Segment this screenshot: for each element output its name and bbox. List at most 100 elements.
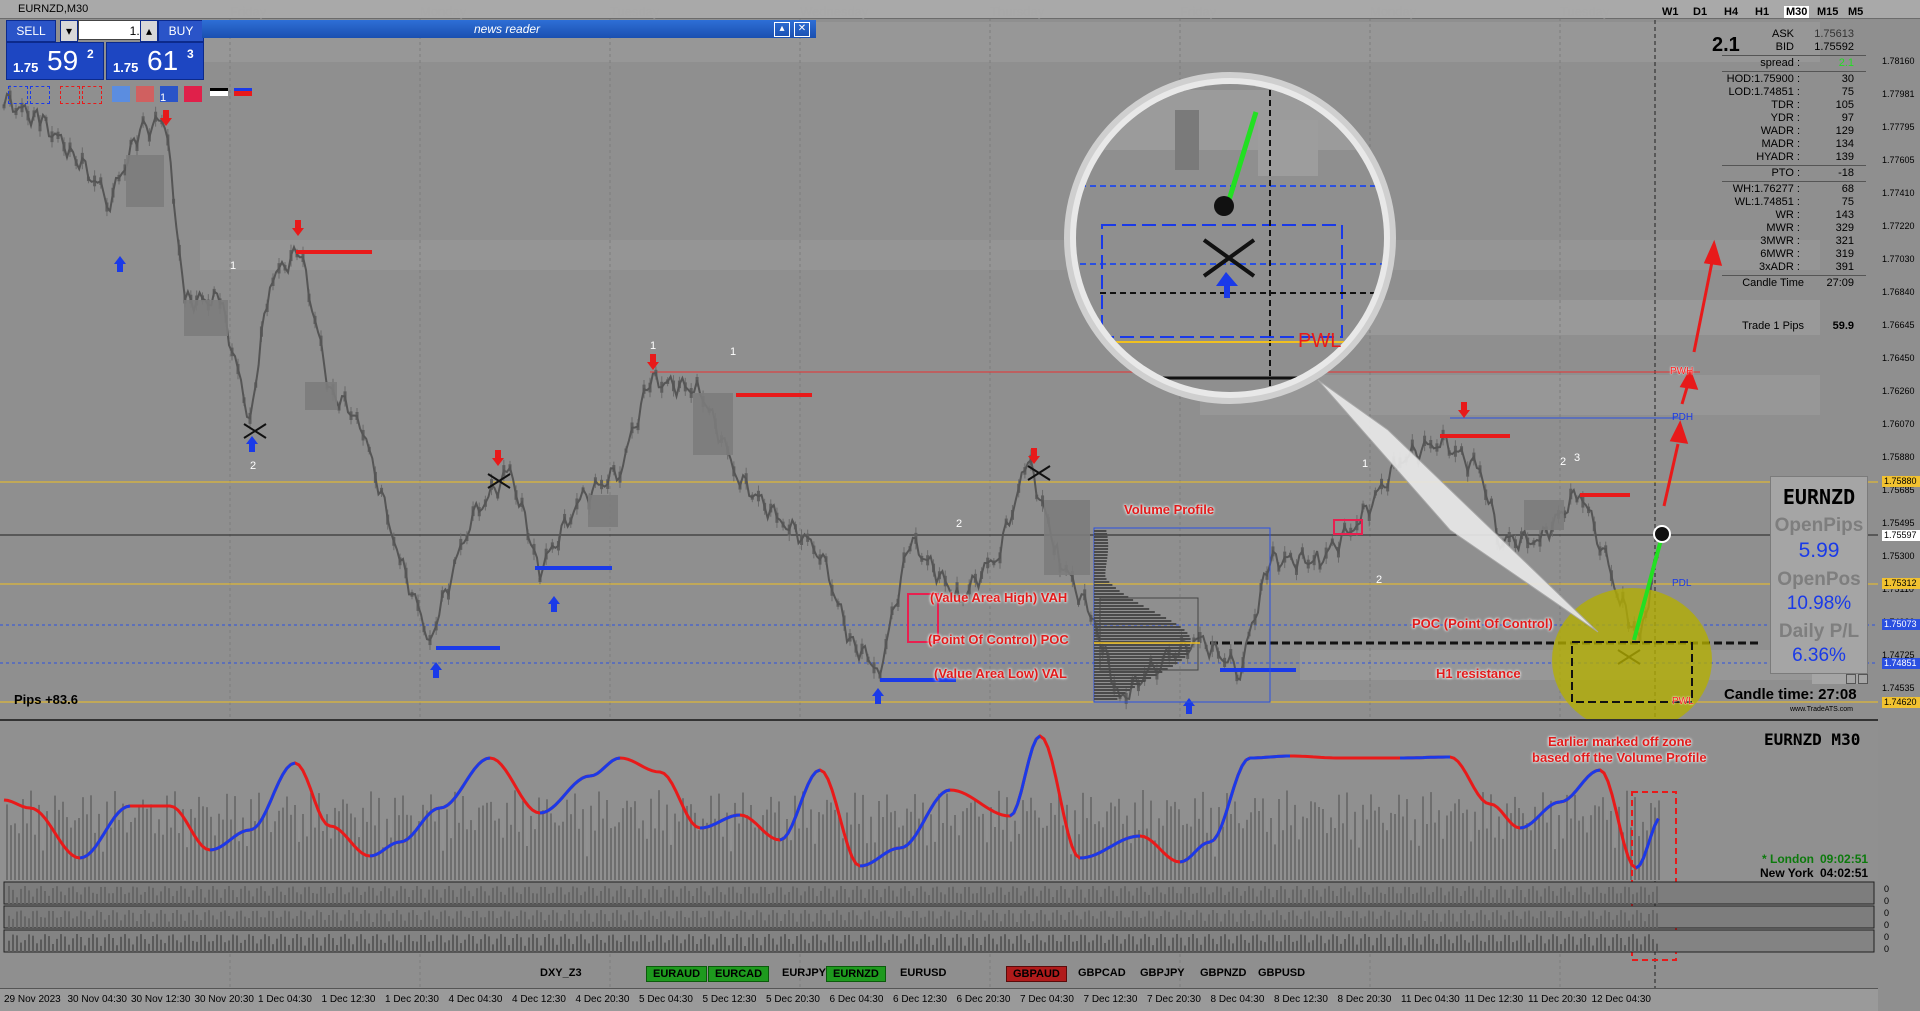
zone-band — [200, 240, 1820, 270]
wave-marker: 1 — [1362, 458, 1369, 470]
day-label: Monday — [420, 4, 467, 19]
timeframe-m30[interactable]: M30 — [1784, 6, 1810, 18]
stat-value: 139 — [1835, 151, 1854, 163]
wave-marker: 1 — [730, 346, 737, 358]
subwindow-scale-tick: 0 — [1884, 884, 1890, 894]
price-scale[interactable]: 1.78160 1.77981 1.77795 1.77605 1.77410 1.772… — [1878, 18, 1920, 718]
spread-label: spread : — [1760, 57, 1800, 69]
daily-pl-label: Daily P/L — [1778, 621, 1860, 642]
symbol-gbpjpy[interactable]: GBPJPY — [1134, 966, 1191, 980]
price-tick: 1.76260 — [1882, 386, 1915, 396]
symbol-gbpnzd[interactable]: GBPNZD — [1194, 966, 1252, 980]
pdl-label: PDL — [1672, 578, 1692, 589]
symbol-euraud[interactable]: EURAUD — [646, 966, 708, 982]
symbol-eurjpy[interactable]: EURJPY — [776, 966, 832, 980]
timeframe-m5[interactable]: M5 — [1846, 6, 1865, 18]
tool-blue-rect-icon[interactable] — [30, 86, 50, 104]
stat-row: WADR : 129 — [1722, 125, 1866, 138]
tool-red-solid-icon[interactable] — [184, 86, 202, 102]
stat-label: LOD:1.74851 : — [1728, 86, 1800, 98]
timeframe-w1[interactable]: W1 — [1660, 6, 1681, 18]
day-labels: Friday Monday Tuesday Wednesday Thursday Frid… — [0, 4, 1650, 19]
price-tick: 1.76450 — [1882, 353, 1915, 363]
session-time: 09:02:51 — [1820, 852, 1869, 866]
h1-resistance-label: H1 resistance — [1436, 666, 1521, 681]
buy-button[interactable]: BUY — [158, 20, 204, 42]
open-pos-value: 10.98% — [1786, 593, 1852, 614]
lot-up-button[interactable]: ▴ — [140, 20, 158, 42]
price-chart[interactable] — [0, 0, 1920, 1010]
subwindow-scale-tick: 0 — [1884, 932, 1890, 942]
one-click-trading-panel: SELL ▾ 1.00 ▴ BUY 1.75 59 2 1.75 61 3 — [6, 20, 204, 80]
pair-symbol: EURNZD — [1782, 485, 1856, 509]
symbol-gbpaud[interactable]: GBPAUD — [1006, 966, 1067, 982]
time-label: 6 Dec 12:30 — [893, 994, 947, 1005]
stat-label: MWR : — [1766, 222, 1800, 234]
price-tick: 1.77220 — [1882, 221, 1915, 231]
symbol-eurcad[interactable]: EURCAD — [708, 966, 770, 982]
buy-price-small: 1.75 — [113, 60, 139, 75]
sell-button[interactable]: SELL — [6, 20, 56, 42]
pair-box-minimize-icon[interactable] — [1846, 674, 1856, 684]
price-tick: 1.78160 — [1882, 56, 1915, 66]
bid-value: 1.75592 — [1814, 41, 1854, 53]
stat-row: TDR : 105 — [1722, 99, 1866, 112]
price-tick: 1.75300 — [1882, 551, 1915, 561]
trade-pips-row: Trade 1 Pips 59.9 — [1722, 320, 1866, 333]
time-label: 7 Dec 20:30 — [1147, 994, 1201, 1005]
candle-time-label: Candle Time — [1742, 277, 1804, 289]
tool-red-rect-icon[interactable] — [82, 86, 102, 104]
stat-value: 391 — [1835, 261, 1854, 273]
subwindow-scale-tick: 0 — [1884, 920, 1890, 930]
timeframe-h4[interactable]: H4 — [1722, 6, 1740, 18]
day-label: Monday — [1370, 4, 1417, 19]
session-label: * London — [1762, 852, 1814, 866]
symbol-eurusd[interactable]: EURUSD — [894, 966, 952, 980]
subwindow-scale-tick: 0 — [1884, 908, 1890, 918]
subwindow-scale-tick: 0 — [1884, 896, 1890, 906]
time-axis: 29 Nov 2023 30 Nov 04:30 30 Nov 12:30 30 No… — [0, 988, 1878, 1011]
minimize-icon[interactable]: ▴ — [774, 22, 790, 37]
stat-value: 105 — [1835, 99, 1854, 111]
symbol-gbpusd[interactable]: GBPUSD — [1252, 966, 1311, 980]
time-label: 6 Dec 20:30 — [956, 994, 1011, 1005]
stat-value: 319 — [1835, 248, 1854, 260]
close-icon[interactable]: ✕ — [794, 22, 810, 37]
news-reader-bar[interactable]: news reader ▴ ✕ — [202, 20, 816, 38]
tool-line-black-icon[interactable] — [210, 88, 228, 96]
tool-blue-rect-icon[interactable] — [8, 86, 28, 104]
symbol-eurnzd[interactable]: EURNZD — [826, 966, 886, 982]
wave-marker: 1 — [230, 260, 237, 272]
symbol-gbpcad[interactable]: GBPCAD — [1072, 966, 1132, 980]
time-label: 11 Dec 04:30 — [1401, 994, 1460, 1005]
stat-row: MWR : 329 — [1722, 222, 1866, 235]
stat-value: 329 — [1835, 222, 1854, 234]
timeframe-h1[interactable]: H1 — [1753, 6, 1771, 18]
stat-row: 6MWR : 319 — [1722, 248, 1866, 261]
stats-rows: HOD:1.75900 :30 LOD:1.74851 :75 TDR :105 YD… — [1722, 73, 1866, 274]
stat-label: 3xADR : — [1759, 261, 1800, 273]
stat-row: LOD:1.74851 : 75 — [1722, 86, 1866, 99]
time-label: 30 Nov 20:30 — [194, 994, 255, 1005]
tool-blue-fill-icon[interactable] — [112, 86, 130, 102]
tool-line-color-icon[interactable] — [234, 88, 252, 96]
buy-price-box[interactable]: 1.75 61 3 — [106, 42, 204, 80]
time-label: 6 Dec 04:30 — [829, 994, 884, 1005]
stat-value: 129 — [1835, 125, 1854, 137]
stat-label: 3MWR : — [1760, 235, 1800, 247]
tool-red-rect-icon[interactable] — [60, 86, 80, 104]
symbol-dxy_z3[interactable]: DXY_Z3 — [534, 966, 588, 980]
poc-right-label: POC (Point Of Control) — [1412, 616, 1553, 631]
time-label: 8 Dec 04:30 — [1210, 994, 1265, 1005]
indicator-title: EURNZD M30 — [1764, 730, 1861, 749]
timeframe-d1[interactable]: D1 — [1691, 6, 1709, 18]
tool-red-fill-icon[interactable] — [136, 86, 154, 102]
stat-label: YDR : — [1770, 112, 1800, 124]
lot-down-button[interactable]: ▾ — [60, 20, 78, 42]
timeframe-m15[interactable]: M15 — [1815, 6, 1840, 18]
pair-box-settings-icon[interactable] — [1858, 674, 1868, 684]
sell-price-box[interactable]: 1.75 59 2 — [6, 42, 104, 80]
stat-value: -18 — [1838, 167, 1854, 179]
time-label: 11 Dec 20:30 — [1528, 994, 1587, 1005]
stat-value: 75 — [1841, 196, 1854, 208]
